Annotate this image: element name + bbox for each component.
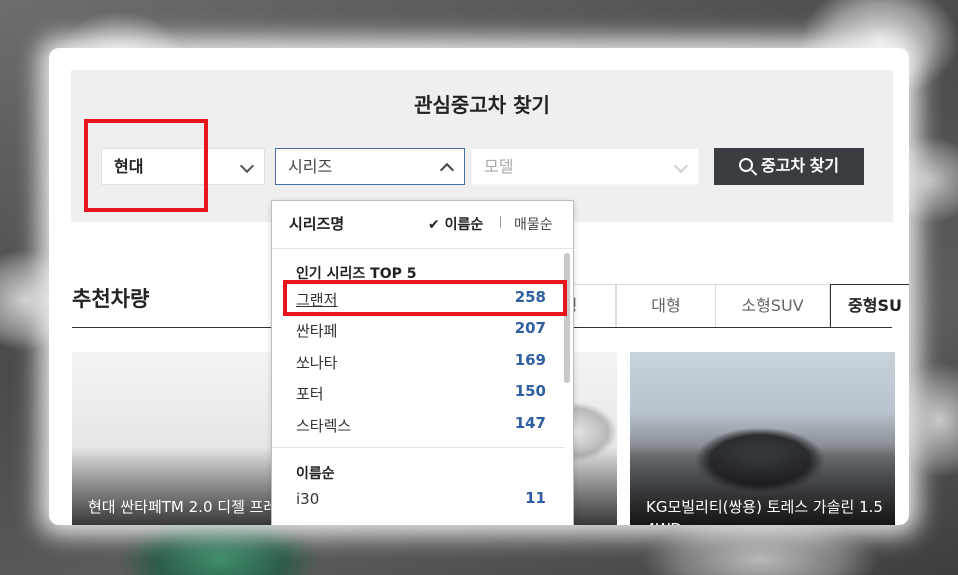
dropdown-scrollbar[interactable] bbox=[564, 253, 570, 383]
model-select-placeholder: 모델 bbox=[484, 157, 514, 176]
chevron-down-icon bbox=[239, 158, 255, 174]
option-count: 169 bbox=[514, 351, 546, 369]
series-select-value: 시리즈 bbox=[288, 157, 333, 176]
tab-large[interactable]: 대형 bbox=[616, 284, 716, 328]
dropdown-title: 시리즈명 bbox=[289, 215, 345, 233]
option-count: 207 bbox=[514, 319, 546, 337]
tab-label: 중형SU bbox=[848, 296, 902, 315]
dropdown-header: 시리즈명 ✔ 이름순 매물순 bbox=[272, 201, 573, 249]
sort-separator bbox=[500, 216, 501, 228]
option-name: i30 bbox=[296, 490, 320, 508]
option-name: 포터 bbox=[296, 385, 324, 403]
chevron-down-icon bbox=[673, 158, 689, 174]
series-select[interactable]: 시리즈 bbox=[275, 148, 465, 185]
alpha-heading: 이름순 bbox=[296, 466, 335, 482]
option-count: 11 bbox=[525, 489, 546, 507]
maker-select-value: 현대 bbox=[114, 157, 144, 176]
series-option-santafe[interactable]: 싼타페 207 bbox=[296, 318, 546, 340]
option-name: 싼타페 bbox=[296, 322, 338, 340]
tab-small-suv[interactable]: 소형SUV bbox=[715, 284, 830, 328]
option-name: 스타렉스 bbox=[296, 417, 352, 435]
car-caption: KG모빌리티(쌍용) 토레스 가솔린 1.5 4WD bbox=[646, 498, 883, 525]
option-count: 150 bbox=[514, 382, 546, 400]
series-option-grandeur[interactable]: 그랜저 258 bbox=[296, 287, 546, 309]
recommended-title: 추천차량 bbox=[72, 287, 150, 311]
tab-label: 소형SUV bbox=[741, 296, 804, 315]
chevron-up-icon bbox=[439, 162, 455, 178]
option-name: 그랜저 bbox=[296, 291, 338, 309]
series-dropdown: 시리즈명 ✔ 이름순 매물순 인기 시리즈 TOP 5 그랜저 258 싼타페 … bbox=[271, 200, 574, 525]
sort-by-stock[interactable]: 매물순 bbox=[514, 214, 553, 234]
popular-heading: 인기 시리즈 TOP 5 bbox=[296, 266, 417, 282]
series-option-i30[interactable]: i30 11 bbox=[296, 488, 546, 510]
sort-by-name[interactable]: ✔ 이름순 bbox=[428, 214, 483, 234]
search-button-label: 중고차 찾기 bbox=[760, 158, 840, 175]
maker-select[interactable]: 현대 bbox=[101, 148, 265, 185]
tab-mid-suv[interactable]: 중형SU bbox=[830, 284, 909, 328]
option-count: 258 bbox=[514, 288, 546, 306]
search-title: 관심중고차 찾기 bbox=[414, 93, 550, 117]
tab-label: 대형 bbox=[651, 296, 681, 315]
car-card-torres[interactable]: KG모빌리티(쌍용) 토레스 가솔린 1.5 4WD bbox=[630, 352, 895, 525]
search-button[interactable]: 중고차 찾기 bbox=[714, 148, 864, 185]
search-icon bbox=[738, 158, 753, 172]
dropdown-divider bbox=[272, 447, 565, 448]
series-option-porter[interactable]: 포터 150 bbox=[296, 381, 546, 403]
model-select[interactable]: 모델 bbox=[471, 148, 699, 185]
option-count: 147 bbox=[514, 414, 546, 432]
screenshot-panel: 관심중고차 찾기 현대 시리즈 모델 중고차 찾기 추천차량 형 대형 소형SU… bbox=[49, 48, 909, 525]
series-option-starex[interactable]: 스타렉스 147 bbox=[296, 413, 546, 435]
option-name: 쏘나타 bbox=[296, 354, 338, 372]
series-option-sonata[interactable]: 쏘나타 169 bbox=[296, 350, 546, 372]
